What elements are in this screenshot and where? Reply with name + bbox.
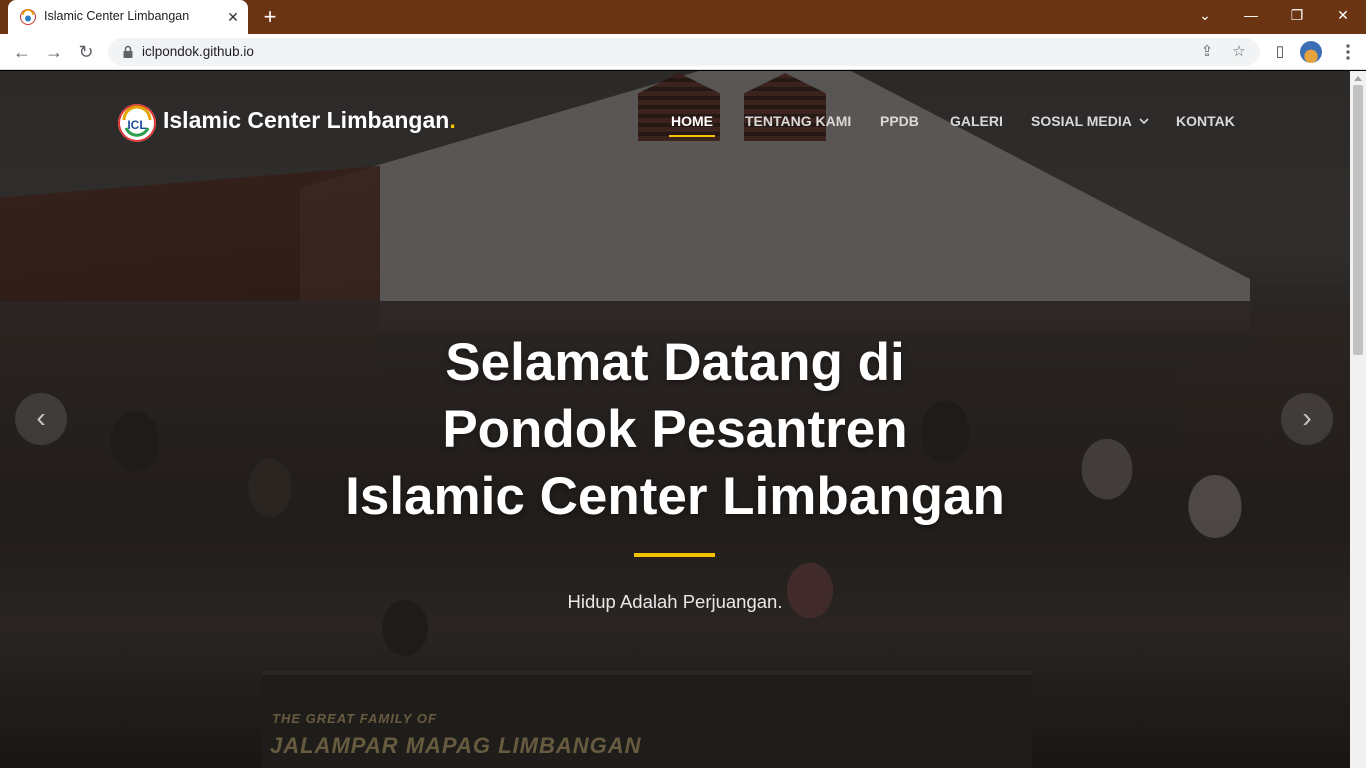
- page-scrollbar[interactable]: [1350, 71, 1366, 768]
- site-logo-text[interactable]: Islamic Center Limbangan.: [163, 107, 456, 134]
- tab-strip: Islamic Center Limbangan ✕ + ⌄ — ❐ ✕: [0, 0, 1366, 34]
- hero-divider: [634, 553, 715, 557]
- nav-sosial-media[interactable]: SOSIAL MEDIA: [1031, 113, 1150, 129]
- site-favicon-icon: [20, 9, 36, 25]
- nav-active-indicator: [669, 135, 715, 137]
- lock-icon: [123, 45, 133, 58]
- restore-button[interactable]: ❐: [1274, 0, 1320, 30]
- hero-title: Selamat Datang di Pondok Pesantren Islam…: [300, 329, 1050, 530]
- tab-search-icon[interactable]: ⌄: [1182, 0, 1228, 30]
- minimize-button[interactable]: —: [1228, 0, 1274, 30]
- tab-title: Islamic Center Limbangan: [44, 9, 190, 23]
- scroll-up-icon[interactable]: [1354, 75, 1362, 81]
- reload-button[interactable]: ↻: [74, 40, 98, 64]
- bookmark-star-icon[interactable]: ☆: [1230, 43, 1248, 61]
- browser-tab[interactable]: Islamic Center Limbangan ✕: [8, 0, 248, 34]
- chevron-down-icon: [1139, 118, 1149, 125]
- url-text: iclpondok.github.io: [142, 44, 254, 59]
- hero-title-line1: Selamat Datang di: [445, 333, 905, 392]
- back-button[interactable]: ←: [10, 40, 34, 64]
- logo-name: Islamic Center Limbangan: [163, 107, 450, 133]
- logo-dot: .: [449, 107, 456, 133]
- nav-kontak[interactable]: KONTAK: [1176, 113, 1235, 129]
- hero-title-line2: Pondok Pesantren: [442, 400, 908, 459]
- nav-tentang-kami[interactable]: TENTANG KAMI: [745, 113, 851, 129]
- nav-ppdb[interactable]: PPDB: [880, 113, 919, 129]
- close-window-button[interactable]: ✕: [1320, 0, 1366, 30]
- nav-galeri[interactable]: GALERI: [950, 113, 1003, 129]
- tab-close-icon[interactable]: ✕: [224, 8, 242, 26]
- carousel-next-button[interactable]: ›: [1281, 393, 1333, 445]
- hero-subtitle: Hidup Adalah Perjuangan.: [567, 591, 783, 612]
- hero-title-line3: Islamic Center Limbangan: [345, 467, 1005, 526]
- side-panel-icon[interactable]: ▯: [1270, 42, 1290, 62]
- forward-button[interactable]: →: [42, 40, 66, 64]
- nav-home[interactable]: HOME: [671, 113, 713, 129]
- svg-text:ICL: ICL: [127, 118, 146, 132]
- scrollbar-thumb[interactable]: [1353, 85, 1363, 355]
- profile-avatar[interactable]: [1300, 41, 1322, 63]
- browser-toolbar: ← → ↻ iclpondok.github.io ⇪ ☆ ▯: [0, 34, 1366, 70]
- new-tab-button[interactable]: +: [258, 5, 282, 29]
- browser-menu-icon[interactable]: [1340, 43, 1356, 61]
- page-viewport: THE GREAT FAMILY OF JALAMPAR MAPAG LIMBA…: [0, 71, 1350, 768]
- site-logo-icon[interactable]: ICL: [118, 104, 156, 142]
- carousel-prev-button[interactable]: ‹: [15, 393, 67, 445]
- address-bar[interactable]: iclpondok.github.io ⇪ ☆: [108, 38, 1260, 66]
- nav-sosial-media-label: SOSIAL MEDIA: [1031, 113, 1132, 129]
- share-icon[interactable]: ⇪: [1198, 43, 1216, 61]
